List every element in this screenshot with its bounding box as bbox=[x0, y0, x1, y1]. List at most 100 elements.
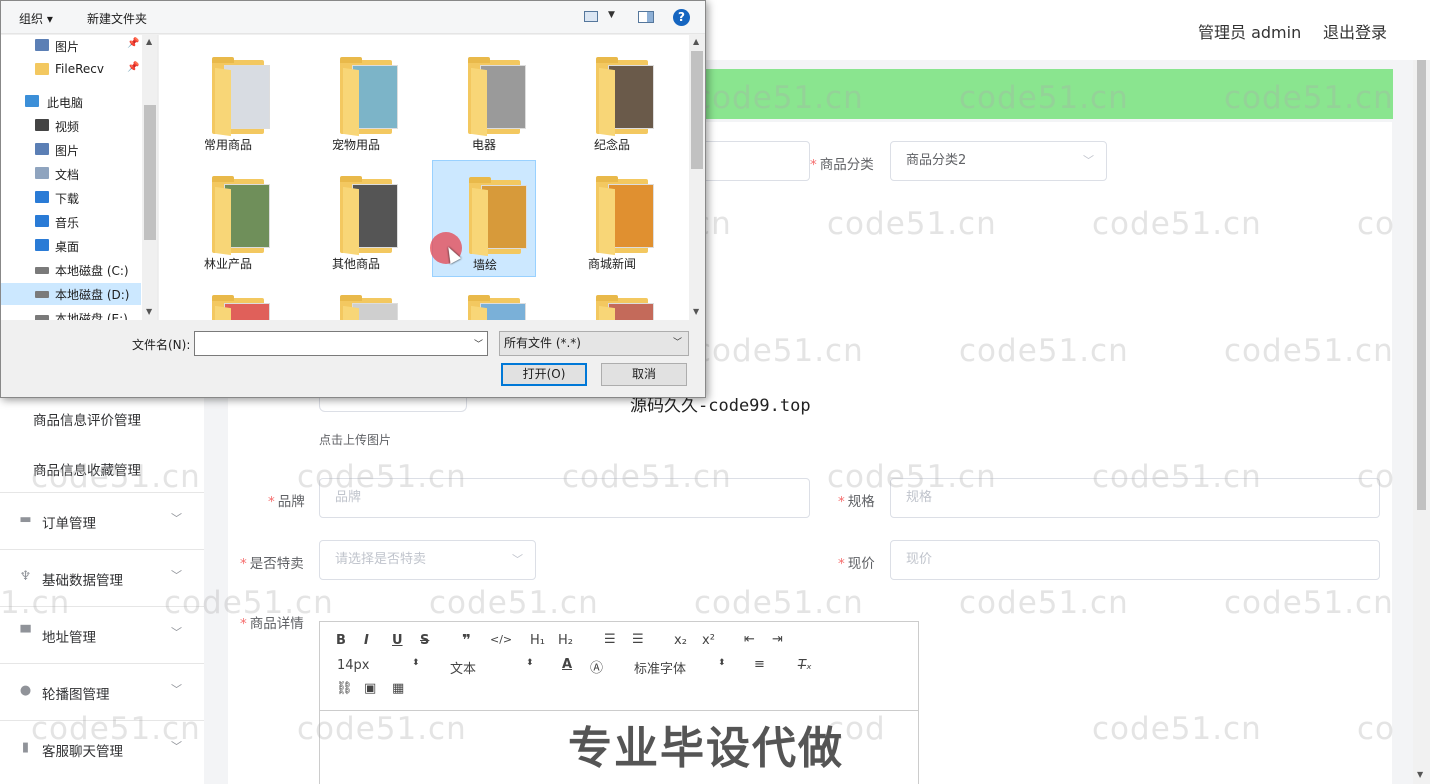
sidebar-item-favorite[interactable]: 商品信息收藏管理 bbox=[33, 459, 141, 479]
nav-item-documents[interactable]: 文档 bbox=[1, 163, 141, 185]
nav-scrollbar[interactable]: ▲ ▼ bbox=[142, 35, 157, 320]
product-name-input[interactable] bbox=[690, 141, 810, 181]
upload-hint: 点击上传图片 bbox=[319, 433, 392, 447]
image-icon[interactable]: ▣ bbox=[364, 681, 376, 696]
outdent-icon[interactable]: ⇤ bbox=[744, 632, 755, 647]
chevron-down-icon[interactable]: ▼ bbox=[608, 10, 615, 20]
underline-icon[interactable]: U bbox=[392, 633, 403, 648]
folder-icon bbox=[212, 295, 274, 320]
nav-item-drive-e[interactable]: 本地磁盘 (E:) bbox=[1, 307, 141, 320]
special-sale-select[interactable]: 请选择是否特卖 ﹀ bbox=[319, 540, 536, 580]
nav-item-filerecv[interactable]: FileRecv 📌 bbox=[1, 59, 141, 81]
scroll-down-arrow[interactable]: ▼ bbox=[146, 307, 152, 316]
sidebar-item-review[interactable]: 商品信息评价管理 bbox=[33, 409, 141, 429]
organize-menu[interactable]: 组织 ▾ bbox=[19, 10, 53, 27]
page-scrollbar[interactable]: ▼ bbox=[1413, 60, 1430, 784]
sidebar-menu-basic-data[interactable]: ♆ 基础数据管理 ﹀ bbox=[0, 549, 204, 606]
folder-tile[interactable]: 电器 bbox=[432, 41, 536, 158]
folder-tile[interactable] bbox=[432, 279, 536, 320]
clear-format-icon[interactable]: T̶ₓ bbox=[798, 658, 812, 673]
scroll-up-arrow[interactable]: ▲ bbox=[146, 37, 152, 46]
scrollbar-thumb[interactable] bbox=[691, 51, 703, 169]
filetype-select[interactable]: 所有文件 (*.*) ﹀ bbox=[499, 331, 689, 356]
sidebar-menu-label: 基础数据管理 bbox=[42, 573, 123, 589]
ordered-list-icon[interactable]: ☰ bbox=[604, 632, 616, 647]
breadcrumb-bar bbox=[650, 69, 1393, 119]
preview-pane-icon[interactable] bbox=[638, 11, 654, 23]
folder-tile[interactable]: 林业产品 bbox=[176, 160, 280, 277]
filename-label: 文件名(N): bbox=[132, 338, 191, 352]
nav-item-pictures-pinned[interactable]: 图片 📌 bbox=[1, 35, 141, 57]
sidebar-menu-chat[interactable]: ▮ 客服聊天管理 ﹀ bbox=[0, 720, 204, 777]
filename-input[interactable]: ﹀ bbox=[194, 331, 488, 356]
logout-link[interactable]: 退出登录 bbox=[1323, 19, 1387, 43]
link-icon[interactable]: ⛓ bbox=[336, 681, 353, 696]
scroll-down-arrow[interactable]: ▼ bbox=[1417, 770, 1423, 779]
nav-item-downloads[interactable]: 下载 bbox=[1, 187, 141, 209]
subscript-icon[interactable]: x₂ bbox=[674, 633, 687, 648]
computer-icon bbox=[25, 95, 39, 107]
superscript-icon[interactable]: x² bbox=[702, 633, 715, 648]
nav-item-drive-d[interactable]: 本地磁盘 (D:) bbox=[1, 283, 141, 305]
indent-icon[interactable]: ⇥ bbox=[772, 632, 783, 647]
current-user: 管理员 admin bbox=[1198, 23, 1302, 42]
nav-item-this-pc[interactable]: 此电脑 bbox=[1, 91, 141, 113]
block-format-select[interactable]: 文本 bbox=[450, 658, 476, 677]
folder-icon bbox=[35, 63, 49, 75]
scroll-down-arrow[interactable]: ▼ bbox=[693, 307, 699, 316]
folder-tile[interactable]: 常用商品 bbox=[176, 41, 280, 158]
folder-label: 宠物用品 bbox=[331, 138, 380, 152]
price-input[interactable]: 现价 bbox=[890, 540, 1380, 580]
heading1-icon[interactable]: H₁ bbox=[530, 633, 545, 648]
brand-input[interactable]: 品牌 bbox=[319, 478, 810, 518]
italic-icon[interactable]: I bbox=[364, 633, 369, 648]
cancel-button[interactable]: 取消 bbox=[601, 363, 687, 386]
folder-tile[interactable]: 宠物用品 bbox=[304, 41, 408, 158]
folder-tile[interactable]: 纪念品 bbox=[560, 41, 664, 158]
bold-icon[interactable]: B bbox=[336, 633, 346, 648]
quote-icon[interactable]: ❞ bbox=[462, 631, 471, 649]
nav-item-desktop[interactable]: 桌面 bbox=[1, 235, 141, 257]
align-icon[interactable]: ≡ bbox=[754, 657, 765, 672]
category-select[interactable]: 商品分类2 ﹀ bbox=[890, 141, 1107, 181]
desktop-icon bbox=[35, 239, 49, 251]
font-family-select[interactable]: 标准字体 bbox=[634, 658, 686, 677]
nav-item-music[interactable]: 音乐 bbox=[1, 211, 141, 233]
folder-icon bbox=[468, 295, 530, 320]
file-list-scrollbar[interactable]: ▲ ▼ bbox=[689, 35, 705, 320]
folder-label: 电器 bbox=[471, 138, 496, 152]
scrollbar-thumb[interactable] bbox=[1417, 60, 1426, 510]
new-folder-button[interactable]: 新建文件夹 bbox=[87, 10, 147, 27]
view-mode-icon[interactable] bbox=[584, 11, 598, 22]
folder-tile[interactable] bbox=[304, 279, 408, 320]
text-color-icon[interactable]: A bbox=[562, 657, 572, 672]
help-icon[interactable]: ? bbox=[673, 9, 690, 26]
folder-tile[interactable]: 商城新闻 bbox=[560, 160, 664, 277]
heading2-icon[interactable]: H₂ bbox=[558, 633, 573, 648]
folder-icon bbox=[596, 57, 658, 137]
font-size-select[interactable]: 14px bbox=[337, 658, 370, 673]
chevron-updown-icon: ⬍ bbox=[526, 658, 534, 668]
code-icon[interactable]: </> bbox=[490, 633, 512, 646]
spec-input[interactable]: 规格 bbox=[890, 478, 1380, 518]
scroll-up-arrow[interactable]: ▲ bbox=[693, 37, 699, 46]
strike-icon[interactable]: S bbox=[420, 633, 429, 648]
scrollbar-thumb[interactable] bbox=[144, 105, 156, 240]
nav-item-videos[interactable]: 视频 bbox=[1, 115, 141, 137]
open-button[interactable]: 打开(O) bbox=[501, 363, 587, 386]
folder-label: 常用商品 bbox=[203, 138, 252, 152]
video-icon[interactable]: ▦ bbox=[392, 681, 404, 696]
sidebar-menu-carousel[interactable]: ● 轮播图管理 ﹀ bbox=[0, 663, 204, 720]
chevron-down-icon[interactable]: ﹀ bbox=[474, 337, 483, 350]
sidebar-menu-address[interactable]: ▀ 地址管理 ﹀ bbox=[0, 606, 204, 663]
bullet-list-icon[interactable]: ☰ bbox=[632, 632, 644, 647]
nav-item-pictures[interactable]: 图片 bbox=[1, 139, 141, 161]
folder-tile[interactable] bbox=[176, 279, 280, 320]
folder-tile[interactable] bbox=[560, 279, 664, 320]
folder-icon bbox=[212, 57, 274, 137]
folder-tile[interactable]: 其他商品 bbox=[304, 160, 408, 277]
background-color-icon[interactable]: Ⓐ bbox=[590, 657, 603, 676]
sidebar-menu-orders[interactable]: ▬ 订单管理 ﹀ bbox=[0, 492, 204, 549]
download-icon bbox=[35, 191, 49, 203]
nav-item-drive-c[interactable]: 本地磁盘 (C:) bbox=[1, 259, 141, 281]
